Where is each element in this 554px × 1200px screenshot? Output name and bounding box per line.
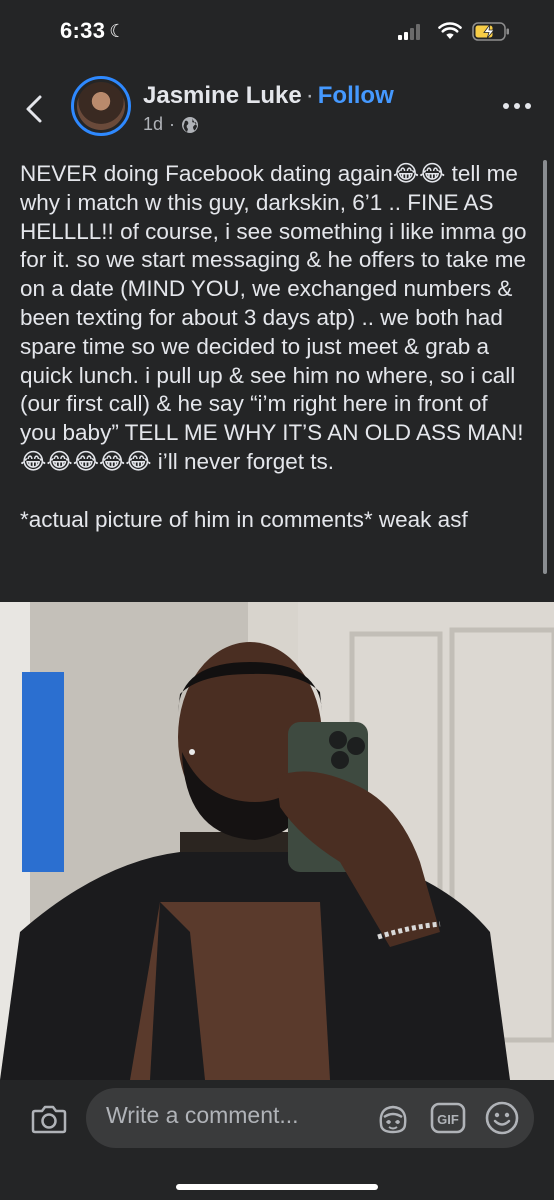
status-bar: 6:33 ☾ [0, 0, 554, 62]
battery-charging-icon [472, 22, 509, 41]
author-avatar[interactable] [71, 76, 131, 136]
author-row: Jasmine Luke · Follow [143, 82, 394, 110]
emoji-icon[interactable] [484, 1100, 520, 1136]
camera-icon[interactable] [30, 1102, 68, 1136]
comment-bar: Write a comment... GIF [0, 1080, 554, 1200]
gif-label: GIF [437, 1112, 459, 1127]
post-paragraph: *actual picture of him in comments* weak… [20, 506, 468, 532]
post-header: Jasmine Luke · Follow 1d · [0, 62, 554, 152]
meta-separator: · [169, 114, 176, 134]
post-age[interactable]: 1d [143, 114, 163, 135]
avatar-sticker-icon[interactable] [376, 1102, 410, 1136]
post-body: NEVER doing Facebook dating again😂😂 tell… [20, 160, 530, 563]
author-name[interactable]: Jasmine Luke [143, 82, 302, 109]
back-arrow-icon[interactable] [18, 92, 52, 126]
post-photo[interactable] [0, 602, 554, 1080]
post-meta: 1d · [143, 114, 199, 135]
globe-icon [182, 116, 199, 133]
wifi-icon [438, 22, 462, 39]
gif-icon: GIF [430, 1102, 466, 1134]
comment-placeholder: Write a comment... [106, 1102, 299, 1128]
moon-icon: ☾ [109, 21, 126, 41]
name-separator: · [305, 82, 314, 109]
home-indicator[interactable] [176, 1184, 378, 1190]
cellular-signal-icon [398, 24, 422, 40]
scrollbar[interactable] [543, 160, 547, 574]
status-time: 6:33 ☾ [60, 18, 126, 43]
more-options-icon[interactable] [500, 96, 534, 116]
post-paragraph: NEVER doing Facebook dating again😂😂 tell… [20, 161, 527, 474]
follow-button[interactable]: Follow [318, 82, 394, 109]
gif-button[interactable]: GIF [430, 1101, 466, 1135]
